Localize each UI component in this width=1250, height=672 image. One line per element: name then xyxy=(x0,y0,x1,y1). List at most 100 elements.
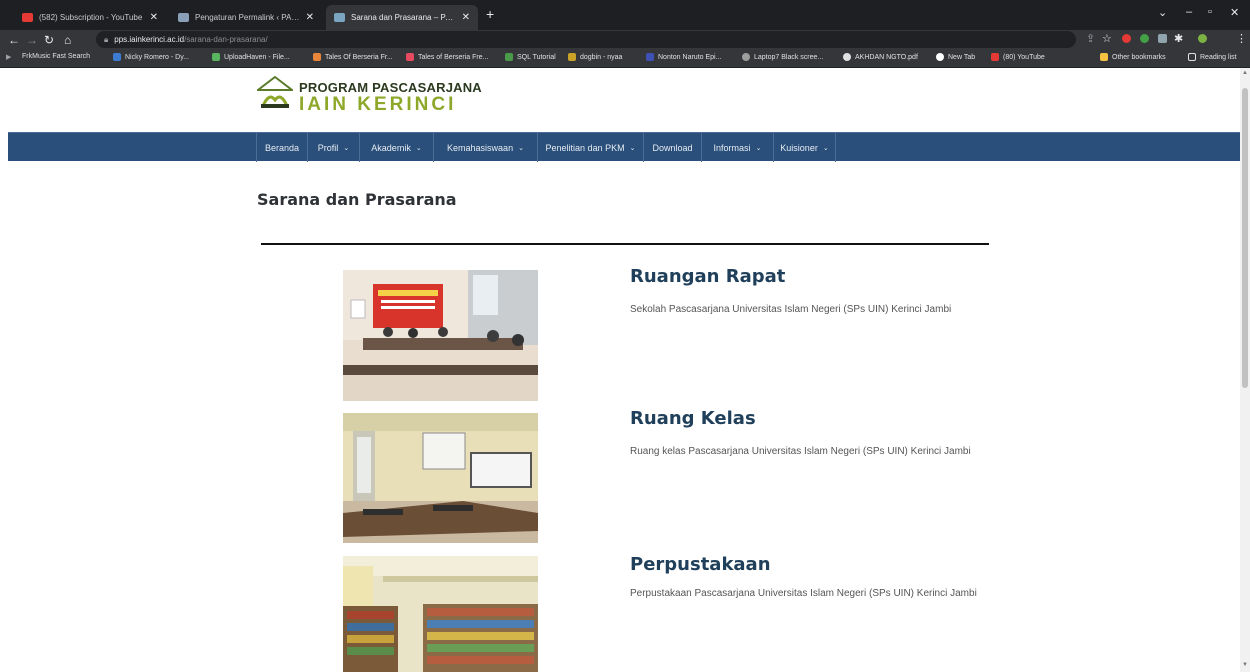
reload-icon[interactable]: ↻ xyxy=(44,32,54,48)
bookmark-item[interactable]: dogbin - nyaa xyxy=(568,53,622,61)
close-window-icon[interactable]: ✕ xyxy=(1230,6,1239,19)
nav-kemahasiswaan[interactable]: Kemahasiswaan ⌄ xyxy=(434,133,538,162)
bookmark-icon xyxy=(936,53,944,61)
close-icon[interactable]: ✕ xyxy=(462,12,470,23)
chevron-down-icon: ⌄ xyxy=(822,144,829,152)
lock-icon: 🔒︎ xyxy=(104,34,109,44)
page-title: Sarana dan Prasarana xyxy=(257,190,457,209)
bookmark-label: Nicky Romero - Dy... xyxy=(125,53,190,61)
tab-title: Sarana dan Prasarana – PASCASA xyxy=(351,13,456,22)
nav-download[interactable]: Download xyxy=(644,133,702,162)
web-page: PROGRAM PASCASARJANA IAIN KERINCI Berand… xyxy=(0,68,1250,672)
extension-icon[interactable] xyxy=(1122,34,1131,43)
scroll-up-icon[interactable]: ▲ xyxy=(1242,70,1248,76)
wordpress-icon xyxy=(178,13,189,22)
bookmark-icon xyxy=(313,53,321,61)
browser-tab-youtube[interactable]: (582) Subscription - YouTube ✕ xyxy=(14,5,166,30)
nav-informasi[interactable]: Informasi ⌄ xyxy=(702,133,774,162)
extension-icon[interactable] xyxy=(1140,34,1149,43)
nav-label: Profil xyxy=(317,142,339,153)
nav-akademik[interactable]: Akademik ⌄ xyxy=(360,133,434,162)
bookmark-label: New Tab xyxy=(948,53,976,61)
bookmark-icon xyxy=(113,53,121,61)
browser-toolbar: ← → ↻ ⌂ 🔒︎ pps.iainkerinci.ac.id /sarana… xyxy=(0,30,1250,50)
bookmark-label: FrkMusic Fast Search xyxy=(22,53,91,60)
address-bar[interactable]: 🔒︎ pps.iainkerinci.ac.id /sarana-dan-pra… xyxy=(96,31,1076,48)
minimize-icon[interactable]: – xyxy=(1186,6,1192,18)
tab-title: (582) Subscription - YouTube xyxy=(39,13,143,22)
extensions-puzzle-icon[interactable]: ✱ xyxy=(1174,32,1183,45)
apps-icon[interactable]: ▶ xyxy=(6,53,11,61)
bookmark-item[interactable]: Tales of Berseria Fre... xyxy=(406,53,488,61)
bookmark-item[interactable]: Laptop7 Black scree... xyxy=(742,53,823,61)
facility-photo-classroom xyxy=(343,413,538,543)
bookmark-label: (80) YouTube xyxy=(1003,53,1045,61)
reading-list[interactable]: Reading list xyxy=(1188,53,1237,61)
nav-penelitian-pkm[interactable]: Penelitian dan PKM ⌄ xyxy=(538,133,644,162)
bookmark-item[interactable]: FrkMusic Fast Search xyxy=(22,53,90,60)
browser-tab-sarana[interactable]: Sarana dan Prasarana – PASCASA ✕ xyxy=(326,5,478,30)
youtube-icon xyxy=(22,13,33,22)
bookmark-item[interactable]: (80) YouTube xyxy=(991,53,1045,61)
logo-subtitle: IAIN KERINCI xyxy=(299,94,457,115)
bookmark-item[interactable]: SQL Tutorial xyxy=(505,53,556,61)
share-icon[interactable]: ⇪ xyxy=(1086,32,1095,45)
maximize-icon[interactable]: ▫ xyxy=(1208,6,1212,18)
tab-search-icon[interactable]: ⌄ xyxy=(1158,6,1167,19)
bookmark-label: Nonton Naruto Epi... xyxy=(658,53,722,61)
bookmark-label: dogbin - nyaa xyxy=(580,53,623,61)
folder-icon xyxy=(1100,53,1108,61)
bookmark-label: AKHDAN NGTO.pdf xyxy=(855,53,918,61)
logo-title: PROGRAM PASCASARJANA xyxy=(299,80,482,95)
extension-icon[interactable] xyxy=(1158,34,1167,43)
bookmark-label: Tales Of Berseria Fr... xyxy=(325,53,393,61)
bookmark-item[interactable]: Tales Of Berseria Fr... xyxy=(313,53,393,61)
forward-icon[interactable]: → xyxy=(26,32,38,48)
close-icon[interactable]: ✕ xyxy=(306,12,314,23)
bookmark-star-icon[interactable]: ☆ xyxy=(1102,32,1112,45)
facility-photo-meeting-room xyxy=(343,270,538,401)
site-icon xyxy=(334,13,345,22)
back-icon[interactable]: ← xyxy=(8,32,20,48)
facility-description: Ruang kelas Pascasarjana Universitas Isl… xyxy=(630,446,971,457)
bookmark-item[interactable]: Nicky Romero - Dy... xyxy=(113,53,189,61)
bookmark-icon xyxy=(646,53,654,61)
chevron-down-icon: ⌄ xyxy=(755,144,762,152)
profile-avatar[interactable] xyxy=(1198,34,1207,43)
reading-list-label: Reading list xyxy=(1200,53,1237,61)
facility-title: Perpustakaan xyxy=(630,554,771,575)
bookmarks-bar: ▶ FrkMusic Fast Search Nicky Romero - Dy… xyxy=(0,50,1250,68)
facility-photo-library xyxy=(343,556,538,672)
bookmark-item[interactable]: Nonton Naruto Epi... xyxy=(646,53,721,61)
main-navigation: Beranda Profil ⌄ Akademik ⌄ Kemahasiswaa… xyxy=(8,132,1240,162)
bookmark-item[interactable]: AKHDAN NGTO.pdf xyxy=(843,53,918,61)
bookmark-item[interactable]: New Tab xyxy=(936,53,975,61)
site-logo[interactable]: PROGRAM PASCASARJANA IAIN KERINCI xyxy=(257,76,482,115)
nav-kuisioner[interactable]: Kuisioner ⌄ xyxy=(774,133,836,162)
chevron-down-icon: ⌄ xyxy=(343,144,350,152)
bookmark-icon xyxy=(568,53,576,61)
facility-description: Sekolah Pascasarjana Universitas Islam N… xyxy=(630,304,952,315)
bookmark-icon xyxy=(843,53,851,61)
menu-dots-icon[interactable]: ⋮ xyxy=(1236,32,1247,45)
other-bookmarks[interactable]: Other bookmarks xyxy=(1100,53,1166,61)
nav-label: Kuisioner xyxy=(780,142,818,153)
browser-tab-bar: (582) Subscription - YouTube ✕ Pengatura… xyxy=(0,0,1250,30)
page-scrollbar[interactable]: ▲ ▼ xyxy=(1240,68,1250,672)
new-tab-button[interactable]: + xyxy=(486,6,494,22)
browser-tab-permalink[interactable]: Pengaturan Permalink ‹ PASCASA ✕ xyxy=(170,5,322,30)
reading-list-icon xyxy=(1188,53,1196,61)
logo-emblem-icon xyxy=(257,76,293,108)
facility-title: Ruang Kelas xyxy=(630,408,756,429)
nav-beranda[interactable]: Beranda xyxy=(256,133,308,162)
nav-profil[interactable]: Profil ⌄ xyxy=(308,133,360,162)
scroll-down-icon[interactable]: ▼ xyxy=(1242,662,1248,668)
bookmark-item[interactable]: UploadHaven - File... xyxy=(212,53,290,61)
nav-label: Beranda xyxy=(264,142,300,153)
home-icon[interactable]: ⌂ xyxy=(64,32,71,48)
close-icon[interactable]: ✕ xyxy=(150,12,158,23)
bookmark-label: UploadHaven - File... xyxy=(224,53,290,61)
title-divider xyxy=(261,243,989,245)
scroll-thumb[interactable] xyxy=(1242,88,1248,388)
other-bookmarks-label: Other bookmarks xyxy=(1112,53,1166,61)
